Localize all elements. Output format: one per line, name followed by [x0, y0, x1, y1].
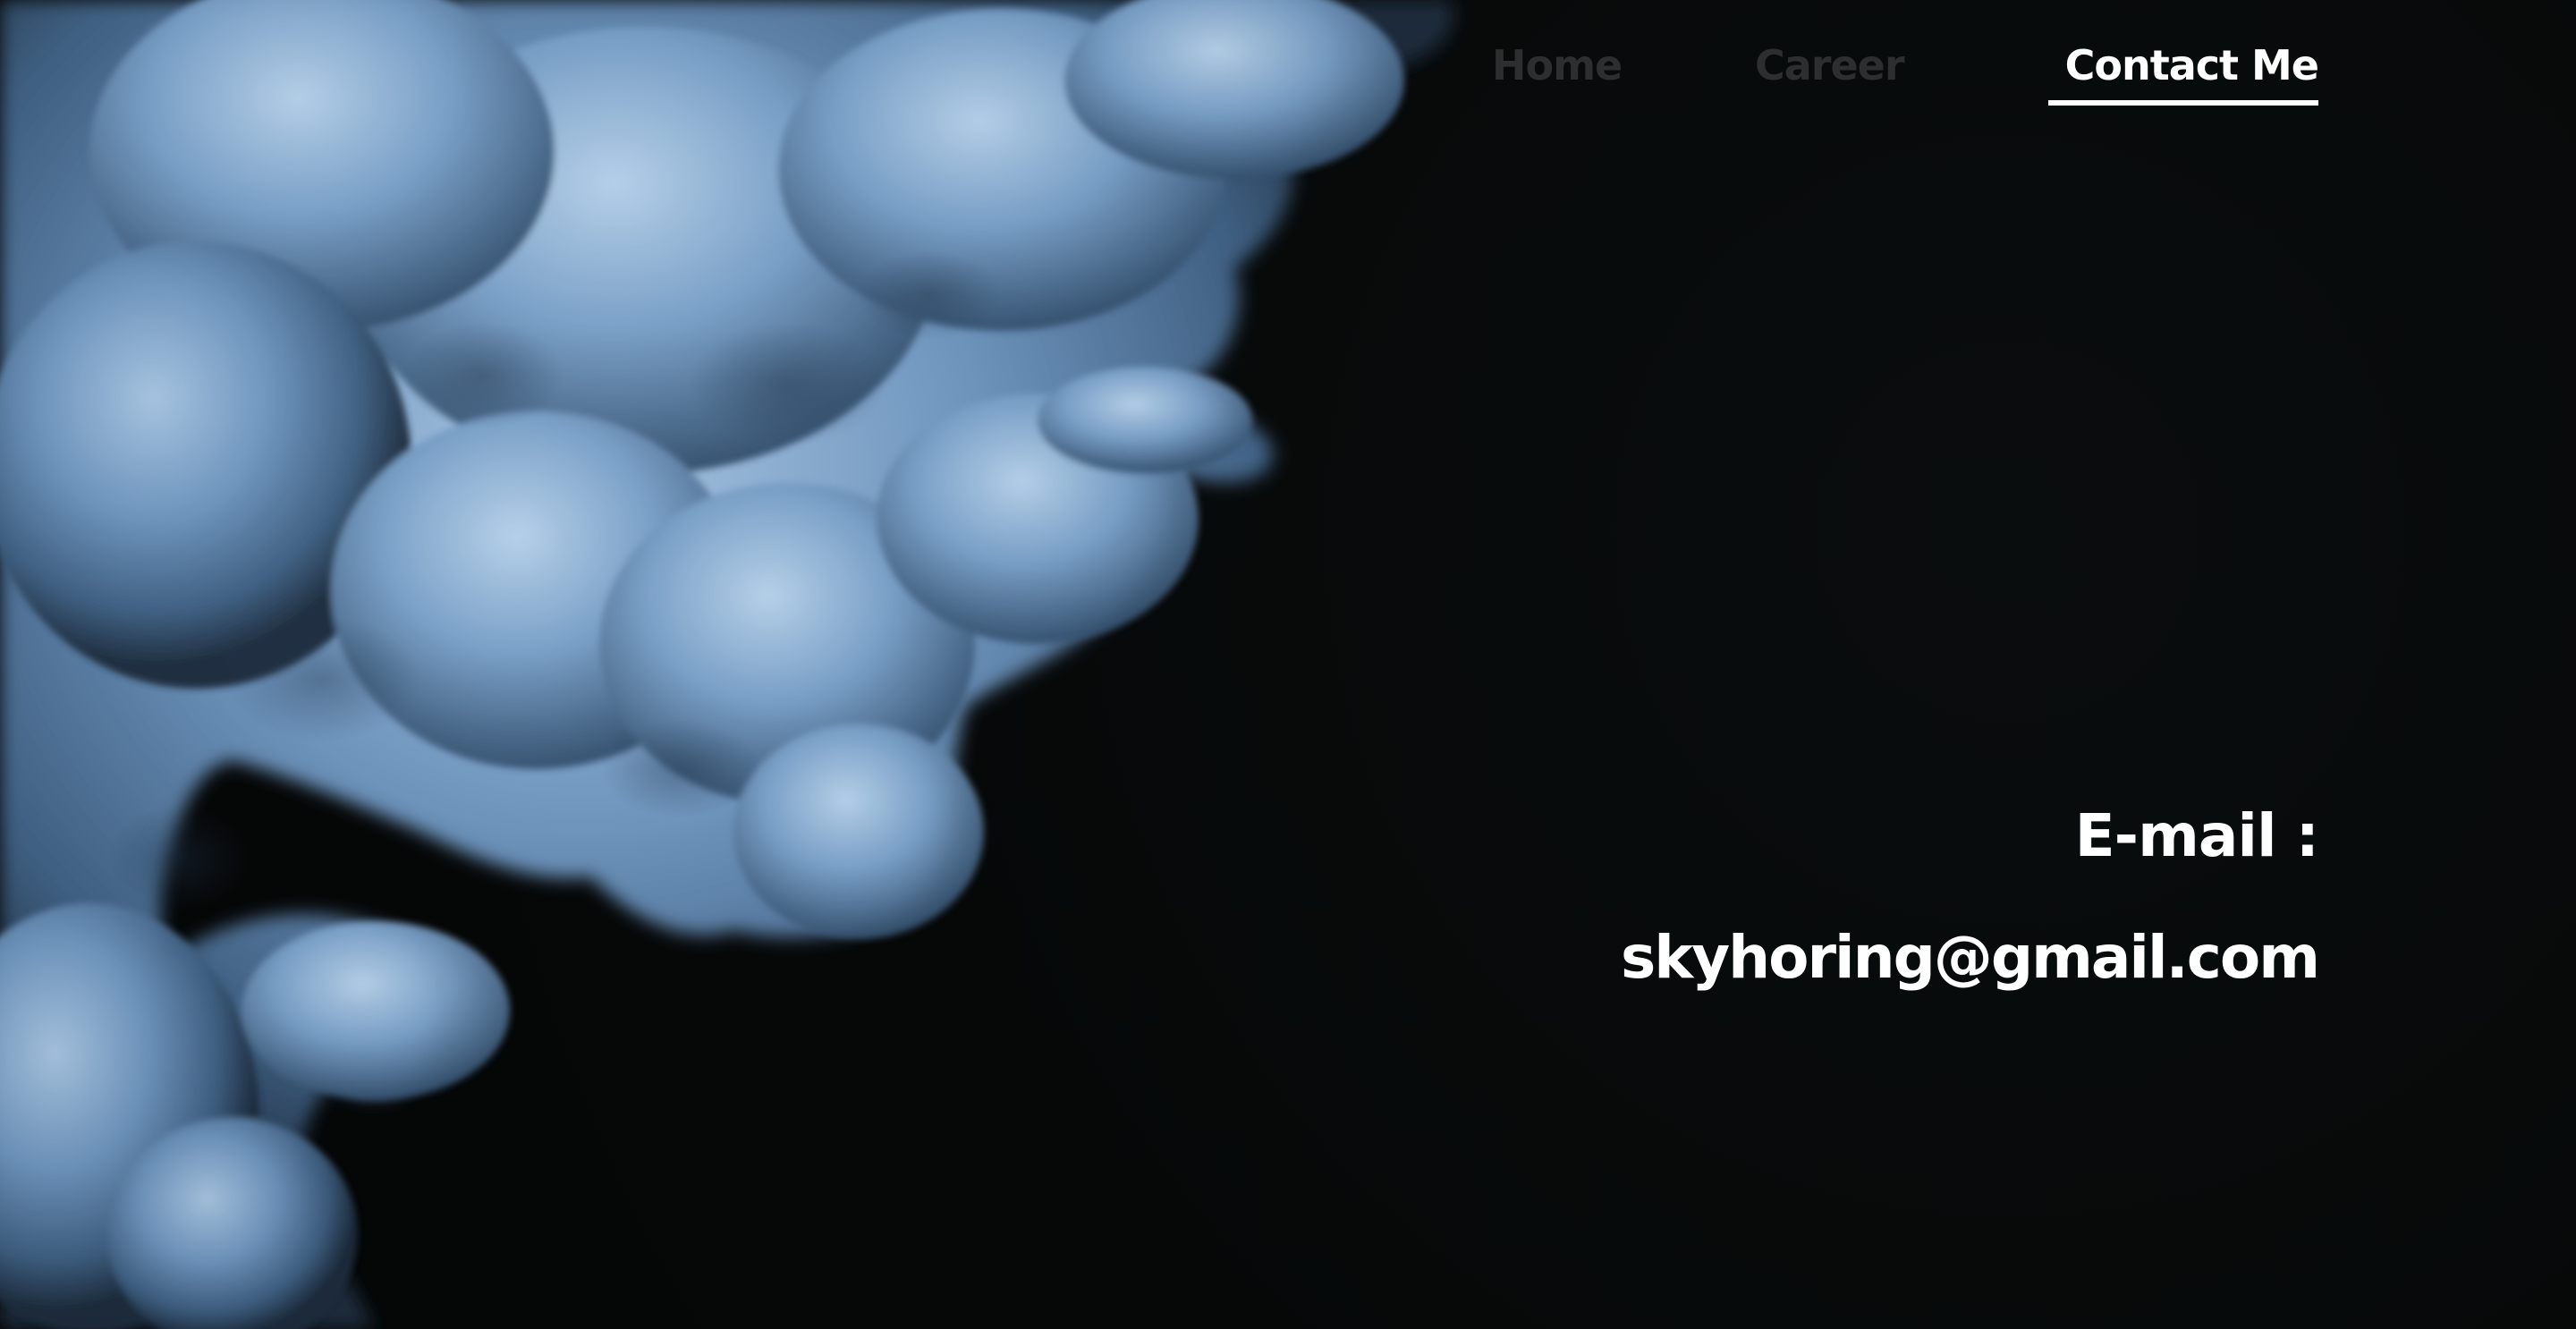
nav-home-link[interactable]: Home — [1492, 36, 1623, 95]
email-address[interactable]: skyhoring@gmail.com — [1621, 918, 2320, 998]
page: Home Career Contact Me E-mail : skyhorin… — [0, 0, 2576, 1329]
contact-section: E-mail : skyhoring@gmail.com — [1621, 796, 2320, 998]
email-label: E-mail : — [2074, 801, 2319, 870]
blue-smoke-image — [0, 0, 1454, 1329]
nav-career-link[interactable]: Career — [1755, 36, 1905, 95]
nav-contact-me-link[interactable]: Contact Me — [2065, 36, 2319, 95]
main-nav: Home Career Contact Me — [1485, 36, 2319, 111]
active-nav-underline — [2048, 100, 2318, 106]
